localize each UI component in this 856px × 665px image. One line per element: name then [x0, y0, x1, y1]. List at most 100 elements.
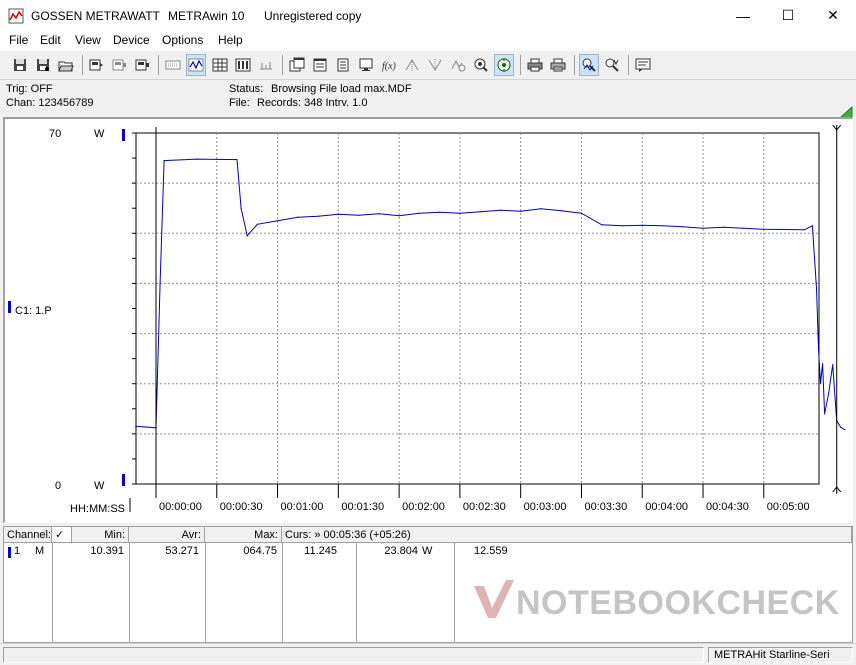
- menu-help[interactable]: Help: [218, 33, 243, 47]
- y-max-label: 70: [49, 128, 62, 140]
- toolbar-separator: [282, 55, 283, 75]
- copy-window-icon[interactable]: [287, 54, 307, 76]
- close-button[interactable]: ✕: [810, 0, 856, 31]
- monitor-icon[interactable]: [356, 54, 376, 76]
- toolbar-separator: [628, 55, 629, 75]
- device-list-icon[interactable]: [256, 54, 276, 76]
- device-name: METRAHit Starline-Seri: [714, 649, 830, 661]
- series-point: [824, 413, 826, 415]
- chart-panel[interactable]: 00:00:00 00:00:30 00:01:00 00:01:30 00:02:00…: [3, 117, 853, 523]
- open-icon[interactable]: [56, 54, 76, 76]
- column-divider: [356, 543, 357, 643]
- plot-border: [135, 132, 820, 485]
- header-check[interactable]: ✓: [52, 527, 72, 543]
- print-preview-icon[interactable]: [548, 54, 568, 76]
- device-config-icon[interactable]: [109, 54, 129, 76]
- x-tick-label: 00:02:30: [463, 501, 506, 513]
- series-point: [256, 223, 258, 225]
- column-divider: [129, 543, 130, 643]
- maximize-button[interactable]: ☐: [765, 0, 811, 31]
- series-point: [661, 225, 664, 227]
- toolbar-separator: [574, 55, 575, 75]
- series-point: [135, 425, 137, 427]
- window-list-icon[interactable]: [310, 54, 330, 76]
- status-bar: METRAHit Starline-Seri: [0, 643, 856, 665]
- waveform-view-icon[interactable]: [186, 54, 206, 76]
- series-point: [195, 158, 198, 160]
- x-tick-label: 00:01:30: [341, 501, 384, 513]
- column-divider: [205, 543, 206, 643]
- series-point: [236, 159, 238, 161]
- x-tick-label: 00:04:00: [645, 501, 688, 513]
- series-point: [742, 227, 745, 229]
- minimize-button[interactable]: —: [720, 0, 766, 31]
- row-min: 10.391: [90, 545, 124, 557]
- series-point: [418, 212, 420, 214]
- menu-options[interactable]: Options: [162, 33, 203, 47]
- series-point: [621, 225, 623, 227]
- series-point: [822, 363, 824, 365]
- valley-marker-icon[interactable]: [425, 54, 445, 76]
- series-point: [246, 235, 248, 237]
- compass-icon[interactable]: [494, 54, 514, 76]
- x-tick-label: 00:00:00: [159, 501, 202, 513]
- series-point: [682, 226, 684, 228]
- x-tick-label: 00:05:00: [767, 501, 810, 513]
- table-view-icon[interactable]: [210, 54, 230, 76]
- status-label: Status:: [229, 83, 264, 95]
- chart-plot[interactable]: 00:00:00 00:00:30 00:01:00 00:01:30 00:02:00…: [5, 119, 853, 523]
- save-as-icon[interactable]: [33, 54, 53, 76]
- header-min: Min:: [72, 527, 129, 543]
- series-point: [398, 215, 400, 217]
- bar-view-icon[interactable]: [233, 54, 253, 76]
- series-point: [832, 364, 834, 366]
- menu-bar: File Edit View Device Options Help: [0, 31, 856, 51]
- record-target-icon[interactable]: [471, 54, 491, 76]
- x-axis-title: HH:MM:SS: [70, 503, 125, 515]
- print-icon[interactable]: [525, 54, 545, 76]
- product-name: METRAwin 10: [168, 9, 245, 23]
- x-tick-label: 00:00:30: [220, 501, 263, 513]
- watermark-text: NOTEBOOKCHECK: [516, 584, 840, 622]
- series-line: [135, 158, 846, 431]
- peak-marker-icon[interactable]: [402, 54, 422, 76]
- info-panel: Trig: OFF Chan: 123456789 Status: Browsi…: [0, 80, 856, 117]
- row-mode: M: [35, 545, 45, 557]
- series-point: [297, 216, 299, 218]
- keyboard-icon[interactable]: [163, 54, 183, 76]
- y-min-unit: W: [94, 480, 105, 492]
- channel-list: Chan: 123456789: [6, 97, 94, 109]
- series-point: [240, 207, 242, 209]
- menu-device[interactable]: Device: [113, 33, 150, 47]
- svg-text:f(x): f(x): [382, 61, 397, 72]
- comment-icon[interactable]: [633, 54, 653, 76]
- series-point: [560, 210, 562, 212]
- menu-view[interactable]: View: [75, 33, 101, 47]
- cursor-zoom-icon[interactable]: [602, 54, 622, 76]
- device-stop-icon[interactable]: [132, 54, 152, 76]
- series-point: [763, 228, 765, 230]
- series-point: [317, 215, 319, 217]
- series-point: [479, 211, 481, 213]
- clipboard-icon[interactable]: [333, 54, 353, 76]
- x-tick-label: 00:03:00: [524, 501, 567, 513]
- series-point: [163, 160, 165, 162]
- series-point: [817, 348, 820, 350]
- menu-edit[interactable]: Edit: [40, 33, 61, 47]
- channel-marker: [8, 301, 11, 313]
- save-icon[interactable]: [10, 54, 30, 76]
- series-point: [803, 229, 805, 231]
- series-point: [828, 393, 830, 395]
- series-point: [815, 287, 818, 289]
- fx-icon[interactable]: f(x): [379, 54, 399, 76]
- menu-file[interactable]: File: [9, 33, 28, 47]
- zoom-scale-icon[interactable]: [579, 54, 599, 76]
- device-read-icon[interactable]: [86, 54, 106, 76]
- app-icon[interactable]: [8, 8, 24, 24]
- series-point: [641, 224, 643, 226]
- zoom-target-icon[interactable]: [448, 54, 468, 76]
- series-point: [358, 214, 360, 216]
- status-cell-main: [3, 647, 704, 663]
- series-point: [499, 209, 501, 211]
- title-bar: GOSSEN METRAWATT METRAwin 10 Unregistere…: [0, 0, 856, 31]
